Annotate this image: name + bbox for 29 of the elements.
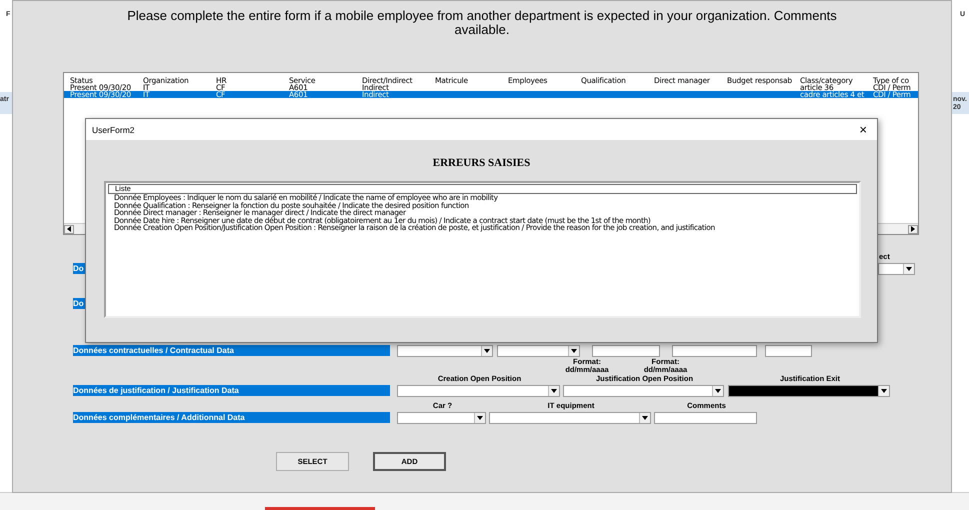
- dropdown-arrow-icon: [881, 388, 887, 392]
- dropdown-field[interactable]: [489, 412, 651, 424]
- dropdown-field[interactable]: [497, 344, 580, 356]
- dropdown-arrow-icon: [906, 266, 912, 270]
- section-label: Données de justification / Justification Data: [73, 385, 390, 396]
- dropdown-arrow-icon: [477, 416, 483, 420]
- error-listbox[interactable]: [104, 181, 861, 318]
- close-button[interactable]: ×: [855, 122, 871, 136]
- instruction-text: Please complete the entire form if a mobile employee from another department is expected in your organization. Comments available.: [126, 9, 838, 37]
- dialog-title: UserForm2: [92, 124, 135, 134]
- scroll-left-button[interactable]: [64, 224, 74, 234]
- section-label: Données complémentaires / Additionnal Data: [73, 412, 390, 423]
- dropdown-arrow-icon: [484, 348, 490, 352]
- dialog-heading: ERREURS SAISIES: [432, 157, 532, 169]
- dropdown-field[interactable]: [878, 262, 915, 274]
- dropdown-arrow-icon: [715, 388, 721, 392]
- dropdown-arrow-icon: [642, 416, 648, 420]
- input-field[interactable]: [765, 344, 812, 356]
- dropdown-field[interactable]: [397, 344, 493, 356]
- dropdown-arrow-icon: [551, 388, 557, 392]
- section-label: Données contractuelles / Contractual Data: [73, 345, 390, 356]
- input-field[interactable]: [672, 344, 757, 356]
- dropdown-field[interactable]: [563, 384, 724, 396]
- input-field[interactable]: [592, 344, 660, 356]
- dropdown-field[interactable]: [397, 384, 560, 396]
- dropdown-field[interactable]: [397, 412, 486, 424]
- dropdown-arrow-icon: [571, 348, 577, 352]
- scroll-right-button[interactable]: [908, 224, 918, 234]
- input-field[interactable]: [654, 412, 757, 424]
